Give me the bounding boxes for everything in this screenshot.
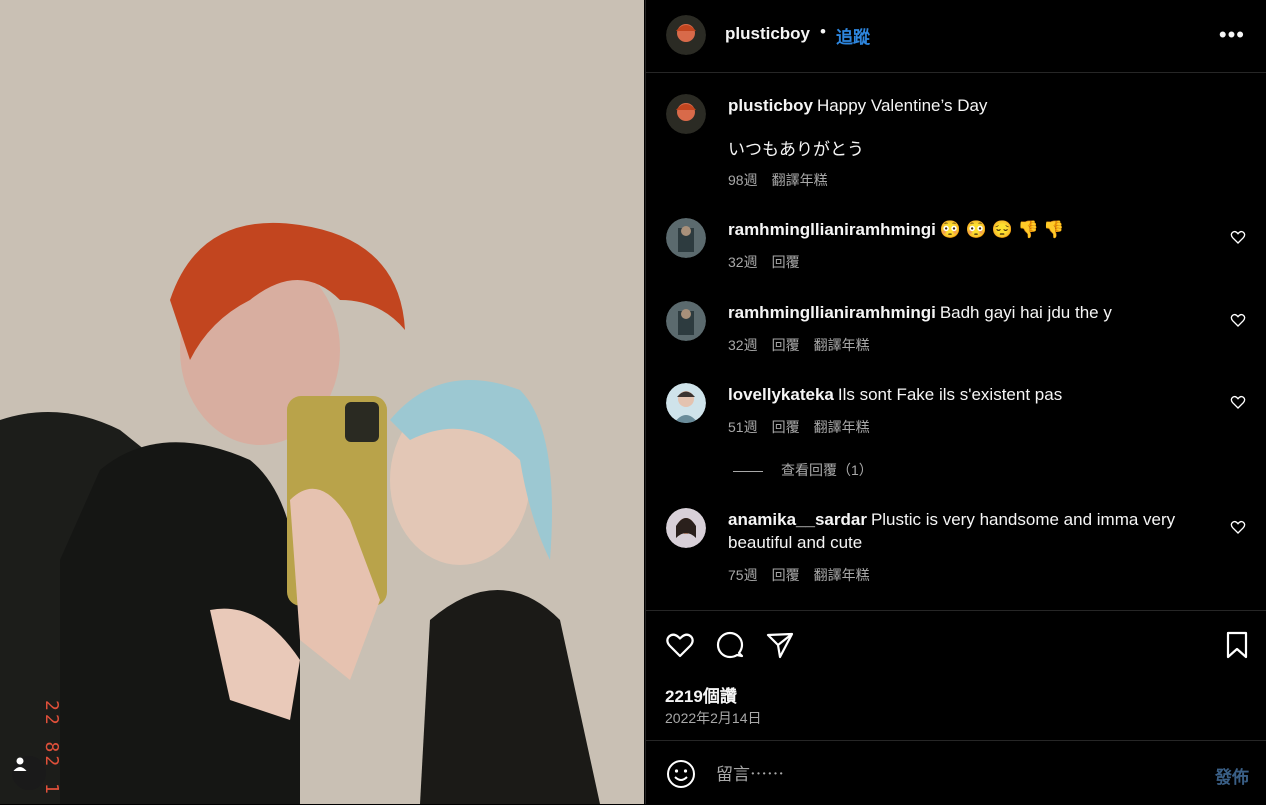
user-icon (13, 757, 27, 771)
comment-age[interactable]: 75週 (728, 567, 758, 583)
commenter-avatar[interactable] (666, 301, 706, 341)
post-photo[interactable]: 22 82 1 (0, 0, 644, 804)
author-username[interactable]: plusticboy (725, 24, 810, 44)
comment-meta: 32週 回覆 (728, 252, 814, 272)
commenter-avatar[interactable] (666, 218, 706, 258)
emoji-smiley-icon[interactable] (666, 759, 696, 789)
comment-body: Badh gayi hai jdu the y (939, 303, 1112, 322)
caption-text: plusticboy Happy Valentine’s Day いつもありがとう (728, 94, 1208, 161)
more-options-icon[interactable]: ••• (1219, 22, 1245, 48)
translate-link[interactable]: 翻譯年糕 (772, 172, 828, 188)
caption-username[interactable]: plusticboy (728, 96, 813, 115)
author-avatar[interactable] (666, 15, 706, 55)
user-tag-button[interactable] (12, 756, 46, 790)
share-send-icon[interactable] (765, 630, 795, 660)
comment-age[interactable]: 32週 (728, 337, 758, 353)
comment-body: 😳 😳 😔 👎 👎 (939, 220, 1065, 239)
commenter-avatar[interactable] (666, 508, 706, 548)
comment-item: ramhmingllianiramhmingi 😳 😳 😔 👎 👎 32週 回覆 (666, 218, 1246, 278)
commenter-username[interactable]: lovellykateka (728, 385, 834, 404)
comment-text: anamika__sardar Plustic is very handsome … (728, 508, 1208, 554)
photo-timestamp: 22 82 1 (41, 700, 62, 797)
commenter-username[interactable]: anamika__sardar (728, 510, 867, 529)
comment-text: ramhmingllianiramhmingi 😳 😳 😔 👎 👎 (728, 218, 1208, 241)
like-comment-heart-icon[interactable] (1230, 394, 1246, 410)
commenter-username[interactable]: ramhmingllianiramhmingi (728, 303, 936, 322)
comment-body: Ils sont Fake ils s'existent pas (837, 385, 1063, 404)
post-panel: plusticboy • 追蹤 ••• plusticboy Happy Vale… (645, 0, 1266, 804)
caption: plusticboy Happy Valentine’s Day いつもありがとう… (666, 94, 1246, 194)
post-header: plusticboy • 追蹤 ••• (646, 0, 1266, 73)
view-replies-label: 查看回覆（1） (781, 462, 873, 478)
separator-dot: • (820, 22, 826, 41)
like-comment-heart-icon[interactable] (1230, 312, 1246, 328)
post-date: 2022年2月14日 (665, 710, 762, 726)
post-comment-button[interactable]: 發佈 (1215, 763, 1249, 788)
reply-link[interactable]: 回覆 (772, 337, 800, 353)
comment-age[interactable]: 32週 (728, 254, 758, 270)
caption-meta: 98週 翻譯年糕 (728, 170, 842, 190)
comment-meta: 32週 回覆 翻譯年糕 (728, 335, 884, 355)
comment-item: ramhmingllianiramhmingi Badh gayi hai jdu… (666, 301, 1246, 361)
reply-link[interactable]: 回覆 (772, 254, 800, 270)
follow-button[interactable]: 追蹤 (836, 23, 870, 48)
commenter-username[interactable]: ramhmingllianiramhmingi (728, 220, 936, 239)
comment-text: ramhmingllianiramhmingi Badh gayi hai jdu… (728, 301, 1208, 324)
translate-link[interactable]: 翻譯年糕 (814, 567, 870, 583)
post-actions: 2219個讚 2022年2月14日 (646, 610, 1266, 741)
bookmark-save-icon[interactable] (1222, 630, 1252, 660)
translate-link[interactable]: 翻譯年糕 (814, 419, 870, 435)
caption-avatar[interactable] (666, 94, 706, 134)
reply-link[interactable]: 回覆 (772, 567, 800, 583)
comment-item: lovellykateka Ils sont Fake ils s'existen… (666, 383, 1246, 443)
commenter-avatar[interactable] (666, 383, 706, 423)
like-comment-heart-icon[interactable] (1230, 519, 1246, 535)
comment-item: anamika__sardar Plustic is very handsome … (666, 508, 1246, 588)
caption-line1: Happy Valentine’s Day (817, 96, 988, 115)
comment-text: lovellykateka Ils sont Fake ils s'existen… (728, 383, 1208, 406)
comment-age[interactable]: 51週 (728, 419, 758, 435)
reply-link[interactable]: 回覆 (772, 419, 800, 435)
caption-age[interactable]: 98週 (728, 172, 758, 188)
comment-composer: 發佈 (646, 740, 1266, 805)
like-heart-icon[interactable] (665, 630, 695, 660)
comment-meta: 51週 回覆 翻譯年糕 (728, 417, 884, 437)
like-comment-heart-icon[interactable] (1230, 229, 1246, 245)
comment-bubble-icon[interactable] (715, 630, 745, 660)
like-count[interactable]: 2219個讚 (665, 682, 737, 707)
comment-input[interactable] (714, 761, 1138, 789)
caption-line2: いつもありがとう (728, 140, 864, 159)
view-replies-line (733, 470, 763, 472)
photo-illustration (0, 0, 644, 804)
comment-meta: 75週 回覆 翻譯年糕 (728, 565, 884, 585)
view-replies-button[interactable]: 查看回覆（1） (733, 460, 873, 480)
translate-link[interactable]: 翻譯年糕 (814, 337, 870, 353)
